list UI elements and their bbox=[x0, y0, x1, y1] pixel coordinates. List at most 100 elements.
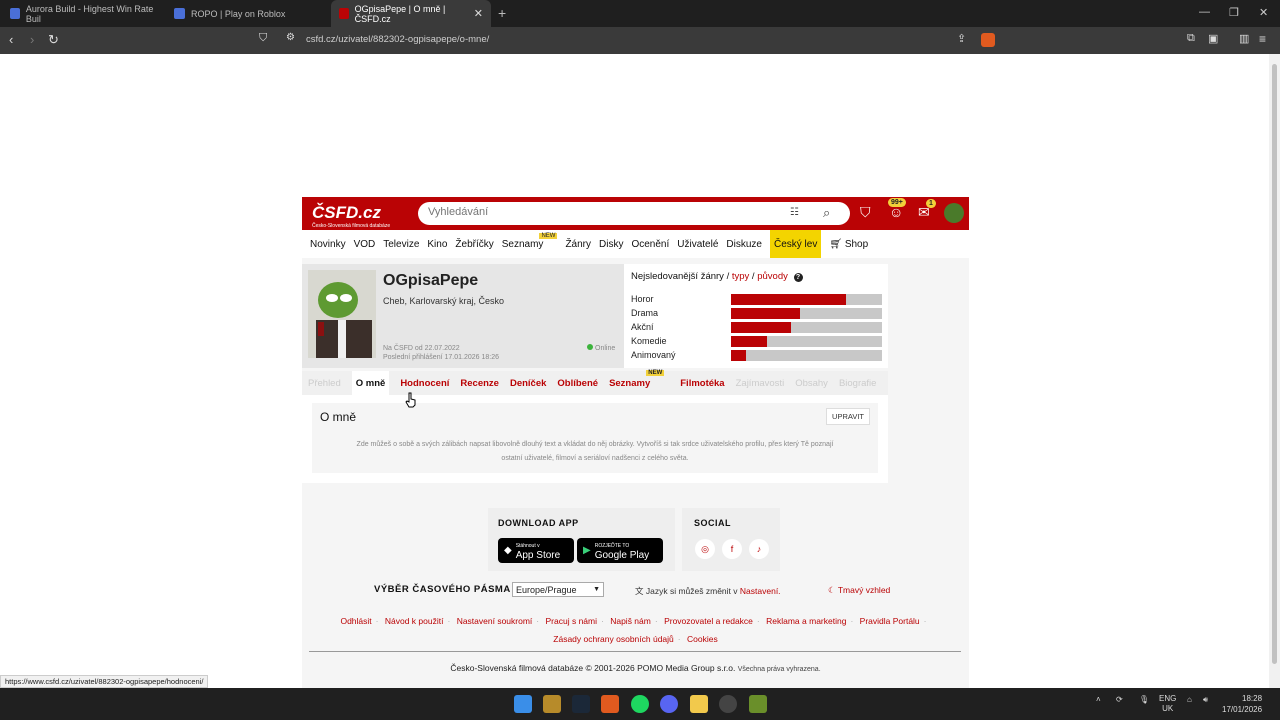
web-page: ČSFD.cz Česko-Slovenská filmová databáze… bbox=[0, 54, 1269, 688]
menu-disky[interactable]: Disky bbox=[599, 230, 623, 258]
extensions-icon[interactable]: ⧉ bbox=[1187, 32, 1195, 45]
tab-prehled[interactable]: Přehled bbox=[308, 371, 341, 395]
file-explorer-icon[interactable] bbox=[690, 695, 708, 713]
tab-csfd[interactable]: OGpisaPepe | O mně | ČSFD.cz ✕ bbox=[331, 0, 491, 27]
tiktok-icon[interactable]: ♪ bbox=[749, 539, 769, 559]
minimize-icon[interactable]: — bbox=[1199, 6, 1210, 18]
watchlist-bookmark-icon[interactable]: ⛉ bbox=[860, 204, 871, 221]
tab-aurora[interactable]: Aurora Build - Highest Win Rate Buil bbox=[2, 0, 164, 27]
start-icon[interactable] bbox=[514, 695, 532, 713]
dark-mode-toggle[interactable]: ☾ Tmavý vzhled bbox=[828, 585, 890, 596]
bookmark-icon[interactable]: ⛉ bbox=[259, 32, 267, 45]
search-icon[interactable]: ⌕ bbox=[823, 205, 830, 221]
new-tab-icon[interactable]: + bbox=[498, 5, 506, 21]
instagram-icon[interactable]: ◎ bbox=[695, 539, 715, 559]
user-avatar[interactable] bbox=[944, 203, 964, 223]
restore-icon[interactable]: ❐ bbox=[1229, 6, 1239, 19]
footer-link[interactable]: Provozovatel a redakce bbox=[664, 616, 753, 626]
scrollbar-thumb[interactable] bbox=[1272, 64, 1277, 664]
volume-icon[interactable]: 🔊︎ bbox=[1203, 695, 1208, 705]
filter-icon[interactable]: ☷ bbox=[790, 207, 799, 218]
site-info-icon[interactable]: ⚙ bbox=[286, 32, 295, 43]
app2-icon[interactable] bbox=[749, 695, 767, 713]
search-input[interactable] bbox=[428, 206, 768, 218]
close-window-icon[interactable]: ✕ bbox=[1259, 6, 1268, 19]
footer-link[interactable]: Reklama a marketing bbox=[766, 616, 846, 626]
tab-ropo[interactable]: ROPO | Play on Roblox bbox=[166, 0, 328, 27]
steam-icon[interactable] bbox=[572, 695, 590, 713]
menu-zebricky[interactable]: Žebříčky bbox=[455, 230, 493, 258]
content-area: OGpisaPepe Cheb, Karlovarský kraj, Česko… bbox=[302, 258, 969, 688]
forward-icon[interactable]: › bbox=[30, 32, 34, 47]
genre-label[interactable]: Animovaný bbox=[631, 350, 731, 360]
tray-chevron-icon[interactable]: ˄ bbox=[1096, 695, 1101, 704]
help-icon[interactable]: ? bbox=[793, 273, 803, 282]
timezone-select[interactable]: Europe/Prague ▼ bbox=[512, 582, 604, 597]
discord-icon[interactable] bbox=[660, 695, 678, 713]
footer-link[interactable]: Návod k použití bbox=[385, 616, 444, 626]
footer-link[interactable]: Odhlásit bbox=[340, 616, 371, 626]
back-icon[interactable]: ‹ bbox=[9, 32, 13, 47]
genre-label[interactable]: Akční bbox=[631, 322, 731, 332]
tab-oblibene[interactable]: Oblíbené bbox=[557, 371, 598, 395]
menu-uzivatele[interactable]: Uživatelé bbox=[677, 230, 718, 258]
app-icon[interactable] bbox=[543, 695, 561, 713]
settings-gear-icon[interactable] bbox=[719, 695, 737, 713]
about-text-line2: ostatní uživatelé, filmoví a seriáloví n… bbox=[501, 455, 689, 462]
csfd-logo[interactable]: ČSFD.cz Česko-Slovenská filmová databáze bbox=[312, 203, 390, 229]
network-icon[interactable]: ⌂ bbox=[1187, 695, 1192, 704]
tray-sync-icon[interactable]: ⟳ bbox=[1116, 695, 1123, 704]
brave-shield-icon[interactable] bbox=[981, 33, 995, 47]
microphone-icon[interactable]: 🎙︎ bbox=[1139, 695, 1149, 704]
wallet-icon[interactable]: ▣ bbox=[1208, 32, 1218, 45]
tab-obsahy[interactable]: Obsahy bbox=[795, 371, 828, 395]
genre-label[interactable]: Komedie bbox=[631, 336, 731, 346]
menu-cesky-lev[interactable]: Český lev bbox=[769, 230, 822, 258]
genre-link-typy[interactable]: typy bbox=[732, 271, 749, 282]
genre-link-puvody[interactable]: původy bbox=[757, 271, 788, 282]
tab-filmoteka[interactable]: Filmotéka bbox=[680, 371, 724, 395]
clock[interactable]: 18:28 17/01/2026 bbox=[1222, 693, 1262, 715]
menu-vod[interactable]: VOD bbox=[354, 230, 376, 258]
settings-link[interactable]: Nastavení. bbox=[740, 586, 781, 596]
close-tab-icon[interactable]: ✕ bbox=[474, 7, 483, 20]
tab-zajimavosti[interactable]: Zajímavosti bbox=[736, 371, 785, 395]
menu-kino[interactable]: Kino bbox=[427, 230, 447, 258]
menu-novinky[interactable]: Novinky bbox=[310, 230, 346, 258]
genre-label[interactable]: Horor bbox=[631, 294, 731, 304]
page-scrollbar[interactable] bbox=[1269, 54, 1280, 688]
reload-icon[interactable]: ↻ bbox=[48, 32, 59, 48]
spotify-icon[interactable] bbox=[631, 695, 649, 713]
footer-link[interactable]: Pravidla Portálu bbox=[860, 616, 920, 626]
search-box[interactable]: ☷ ⌕ bbox=[418, 202, 850, 225]
footer-link[interactable]: Pracuj s námi bbox=[546, 616, 598, 626]
app-store-button[interactable]: ◆ Stáhnout v App Store bbox=[498, 538, 574, 563]
tab-o-mne[interactable]: O mně bbox=[351, 371, 390, 395]
footer-link[interactable]: Napiš nám bbox=[610, 616, 651, 626]
footer-link[interactable]: Cookies bbox=[687, 634, 718, 644]
profile-tabs: Přehled O mně Hodnocení Recenze Deníček … bbox=[302, 370, 888, 395]
tab-biografie[interactable]: Biografie bbox=[839, 371, 877, 395]
address-bar[interactable]: csfd.cz/uzivatel/882302-ogpisapepe/o-mne… bbox=[306, 34, 489, 45]
google-play-button[interactable]: ▶ ROZJEĎTE TO Google Play bbox=[577, 538, 663, 563]
menu-icon[interactable]: ≡ bbox=[1259, 32, 1266, 46]
menu-diskuze[interactable]: Diskuze bbox=[726, 230, 762, 258]
tab-recenze[interactable]: Recenze bbox=[460, 371, 499, 395]
genre-label[interactable]: Drama bbox=[631, 308, 731, 318]
sidebar-icon[interactable]: ▥ bbox=[1239, 32, 1249, 45]
language-indicator[interactable]: ENG UK bbox=[1159, 694, 1176, 714]
footer-link[interactable]: Nastavení soukromí bbox=[457, 616, 533, 626]
brave-icon[interactable] bbox=[601, 695, 619, 713]
menu-zanry[interactable]: Žánry bbox=[565, 230, 591, 258]
menu-televize[interactable]: Televize bbox=[383, 230, 419, 258]
facebook-icon[interactable]: f bbox=[722, 539, 742, 559]
edit-button[interactable]: UPRAVIT bbox=[826, 408, 870, 425]
tab-denicek[interactable]: Deníček bbox=[510, 371, 546, 395]
menu-oceneni[interactable]: Ocenění bbox=[631, 230, 669, 258]
menu-shop[interactable]: 🛒︎ Shop bbox=[829, 230, 868, 258]
menu-seznamy[interactable]: Seznamy NEW bbox=[502, 230, 558, 258]
share-icon[interactable]: ⇪ bbox=[957, 32, 966, 45]
app-store-label: Stáhnout v App Store bbox=[516, 542, 560, 561]
footer-link[interactable]: Zásady ochrany osobních údajů bbox=[553, 634, 674, 644]
tab-seznamy[interactable]: Seznamy NEW bbox=[609, 370, 665, 395]
